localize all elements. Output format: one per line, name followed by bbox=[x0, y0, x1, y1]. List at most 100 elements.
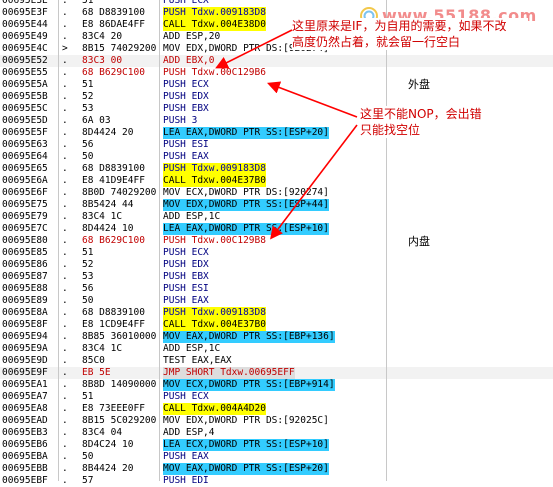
row-address: 00695E7C bbox=[2, 223, 48, 234]
row-instruction: ADD ESP,4 bbox=[163, 427, 215, 438]
disasm-row[interactable]: 00695E63. 56 PUSH ESI bbox=[0, 139, 553, 151]
disasm-row[interactable]: 00695EBF. 57 PUSH EDI bbox=[0, 475, 553, 487]
disasm-row[interactable]: 00695E55. 68 B629C100 PUSH Tdxw.00C129B6 bbox=[0, 67, 553, 79]
row-instruction: LEA EAX,DWORD PTR SS:[ESP+20] bbox=[163, 127, 329, 139]
disasm-row[interactable]: 00695EA8. E8 73EEE0FF CALL Tdxw.004A4D20 bbox=[0, 403, 553, 415]
column-divider bbox=[58, 0, 59, 481]
disasm-row[interactable]: 00695E8F. E8 1CD9E4FF CALL Tdxw.004E37B0 bbox=[0, 319, 553, 331]
row-marker: . bbox=[62, 451, 68, 462]
disasm-row[interactable]: 00695EAD. 8B15 5C029200 MOV EDX,DWORD PTR … bbox=[0, 415, 553, 427]
row-hex-bytes: E8 73EEE0FF bbox=[82, 403, 145, 414]
row-marker: . bbox=[62, 67, 68, 78]
row-marker: . bbox=[62, 259, 68, 270]
row-instruction: ADD ESP,1C bbox=[163, 343, 221, 354]
row-marker: . bbox=[62, 355, 68, 366]
row-marker: . bbox=[62, 127, 68, 138]
disassembly-view[interactable]: 00695E3E. 51 PUSH ECX 00695E3F. 68 D8839100 P… bbox=[0, 0, 553, 486]
row-hex-bytes: 8B4424 20 bbox=[82, 463, 134, 474]
row-marker: > bbox=[62, 43, 68, 54]
disasm-row[interactable]: 00695E5B. 52 PUSH EDX bbox=[0, 91, 553, 103]
row-hex-bytes: E8 86DAE4FF bbox=[82, 19, 145, 30]
disasm-row[interactable]: 00695E5A. 51 PUSH ECX bbox=[0, 79, 553, 91]
row-address: 00695E9F bbox=[2, 367, 48, 378]
disasm-row[interactable]: 00695E86. 52 PUSH EDX bbox=[0, 259, 553, 271]
disasm-row[interactable]: 00695E9A. 83C4 1C ADD ESP,1C bbox=[0, 343, 553, 355]
row-instruction: MOV EAX,DWORD PTR SS:[ESP+20] bbox=[163, 463, 329, 475]
disasm-row[interactable]: 00695E79. 83C4 1C ADD ESP,1C bbox=[0, 211, 553, 223]
annotation-note-top-line2: 高度仍然占着，就会留一行空白 bbox=[292, 35, 461, 49]
row-marker: . bbox=[62, 427, 68, 438]
row-address: 00695E94 bbox=[2, 331, 48, 342]
row-instruction: PUSH ECX bbox=[163, 247, 209, 258]
row-hex-bytes: 51 bbox=[82, 247, 94, 258]
disasm-row[interactable]: 00695E89. 50 PUSH EAX bbox=[0, 295, 553, 307]
row-instruction: ADD ESP,20 bbox=[163, 31, 221, 42]
disasm-row[interactable]: 00695E64. 50 PUSH EAX bbox=[0, 151, 553, 163]
row-instruction: TEST EAX,EAX bbox=[163, 355, 232, 366]
row-marker: . bbox=[62, 439, 68, 450]
row-instruction: LEA ECX,DWORD PTR SS:[ESP+10] bbox=[163, 439, 329, 451]
row-instruction: PUSH Tdxw.00C129B6 bbox=[163, 67, 266, 78]
disasm-row[interactable]: 00695EBB. 8B4424 20 MOV EAX,DWORD PTR SS:[… bbox=[0, 463, 553, 475]
row-address: 00695E9A bbox=[2, 343, 48, 354]
row-marker: . bbox=[62, 307, 68, 318]
disasm-row[interactable]: 00695E75. 8B5424 44 MOV EDX,DWORD PTR SS:[… bbox=[0, 199, 553, 211]
row-hex-bytes: 8B5424 44 bbox=[82, 199, 134, 210]
row-address: 00695E5A bbox=[2, 79, 48, 90]
row-marker: . bbox=[62, 139, 68, 150]
disasm-row[interactable]: 00695E9F. EB 5E JMP SHORT Tdxw.00695EFF bbox=[0, 367, 553, 379]
row-instruction: PUSH Tdxw.009183D8 bbox=[163, 307, 266, 319]
disasm-row[interactable]: 00695E8A. 68 D8839100 PUSH Tdxw.009183D8 bbox=[0, 307, 553, 319]
row-address: 00695EB3 bbox=[2, 427, 48, 438]
row-hex-bytes: 8D4424 20 bbox=[82, 127, 134, 138]
row-address: 00695E5B bbox=[2, 91, 48, 102]
row-address: 00695E8F bbox=[2, 319, 48, 330]
row-marker: . bbox=[62, 0, 68, 6]
row-hex-bytes: 68 B629C100 bbox=[82, 67, 145, 78]
disasm-row[interactable]: 00695E6A. E8 41D9E4FF CALL Tdxw.004E37B0 bbox=[0, 175, 553, 187]
row-instruction: PUSH ECX bbox=[163, 0, 209, 6]
row-hex-bytes: 56 bbox=[82, 139, 94, 150]
row-marker: . bbox=[62, 415, 68, 426]
row-marker: . bbox=[62, 175, 68, 186]
row-instruction: PUSH ESI bbox=[163, 139, 209, 150]
row-address: 00695E6F bbox=[2, 187, 48, 198]
row-address: 00695E75 bbox=[2, 199, 48, 210]
disasm-row[interactable]: 00695E88. 56 PUSH ESI bbox=[0, 283, 553, 295]
disasm-row[interactable]: 00695E80. 68 B629C100 PUSH Tdxw.00C129B8 bbox=[0, 235, 553, 247]
row-address: 00695EBB bbox=[2, 463, 48, 474]
row-instruction: CALL Tdxw.004E37B0 bbox=[163, 319, 266, 331]
row-marker: . bbox=[62, 475, 68, 486]
row-instruction: PUSH ECX bbox=[163, 391, 209, 402]
disasm-row[interactable]: 00695E87. 53 PUSH EBX bbox=[0, 271, 553, 283]
row-marker: . bbox=[62, 199, 68, 210]
disasm-row[interactable]: 00695EB6. 8D4C24 10 LEA ECX,DWORD PTR SS:[… bbox=[0, 439, 553, 451]
row-instruction: PUSH Tdxw.00C129B8 bbox=[163, 235, 266, 246]
disasm-row[interactable]: 00695E85. 51 PUSH ECX bbox=[0, 247, 553, 259]
column-divider bbox=[386, 0, 387, 481]
row-marker: . bbox=[62, 163, 68, 174]
disasm-row[interactable]: 00695EB3. 83C4 04 ADD ESP,4 bbox=[0, 427, 553, 439]
row-hex-bytes: 50 bbox=[82, 451, 94, 462]
row-instruction: PUSH ECX bbox=[163, 79, 209, 90]
row-hex-bytes: E8 41D9E4FF bbox=[82, 175, 145, 186]
disasm-row[interactable]: 00695E6F. 8B0D 74029200 MOV ECX,DWORD PTR … bbox=[0, 187, 553, 199]
row-address: 00695EA1 bbox=[2, 379, 48, 390]
annotation-note-top-line1: 这里原来是IF，为自用的需要，如果不改 bbox=[292, 19, 507, 33]
disasm-row[interactable]: 00695EA7. 51 PUSH ECX bbox=[0, 391, 553, 403]
disasm-row[interactable]: 00695E7C. 8D4424 10 LEA EAX,DWORD PTR SS:[… bbox=[0, 223, 553, 235]
row-hex-bytes: 68 D8839100 bbox=[82, 163, 145, 174]
disasm-row[interactable]: 00695E65. 68 D8839100 PUSH Tdxw.009183D8 bbox=[0, 163, 553, 175]
row-instruction: PUSH Tdxw.009183D8 bbox=[163, 163, 266, 175]
disasm-row[interactable]: 00695E94. 8B85 36010000 MOV EAX,DWORD PTR … bbox=[0, 331, 553, 343]
disasm-row[interactable]: 00695E52. 83C3 00 ADD EBX,0 bbox=[0, 55, 553, 67]
row-address: 00695E64 bbox=[2, 151, 48, 162]
row-hex-bytes: 83C3 00 bbox=[82, 55, 123, 66]
row-instruction: PUSH ESI bbox=[163, 283, 209, 294]
row-address: 00695E5C bbox=[2, 103, 48, 114]
row-address: 00695E52 bbox=[2, 55, 48, 66]
row-marker: . bbox=[62, 91, 68, 102]
disasm-row[interactable]: 00695EA1. 8B8D 14090000 MOV ECX,DWORD PTR … bbox=[0, 379, 553, 391]
disasm-row[interactable]: 00695EBA. 50 PUSH EAX bbox=[0, 451, 553, 463]
disasm-row[interactable]: 00695E9D. 85C0 TEST EAX,EAX bbox=[0, 355, 553, 367]
